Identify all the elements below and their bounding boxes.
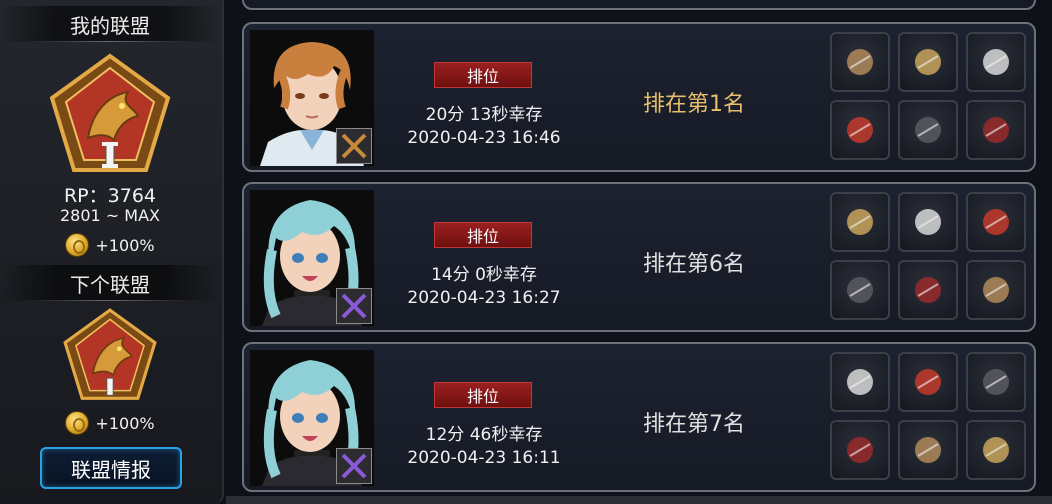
black-gauntlet-icon	[915, 117, 941, 143]
helmet-icon	[915, 369, 941, 395]
coin-icon	[65, 411, 90, 435]
rp-range: 2801 ~ MAX	[59, 206, 160, 225]
arrowhead-icon	[983, 369, 1009, 395]
equipment-slot[interactable]	[898, 100, 958, 160]
equipment-slot[interactable]	[830, 260, 890, 320]
equipment-slot[interactable]	[830, 192, 890, 252]
helmet-icon	[915, 49, 941, 75]
red-jacket-icon	[847, 117, 873, 143]
equipment-slot[interactable]	[830, 32, 890, 92]
league-panel: 我的联盟 RP：3764 2801 ~ MAX +100% 下个联盟 +100%…	[0, 0, 224, 504]
survival-time: 20分 13秒幸存	[425, 105, 543, 125]
character-portrait	[250, 190, 374, 326]
racing-helmet-icon	[915, 209, 941, 235]
equipment-slot[interactable]	[898, 260, 958, 320]
equipment-slot[interactable]	[898, 192, 958, 252]
my-league-title: 我的联盟	[0, 6, 220, 42]
league-info-button[interactable]: 联盟情报	[40, 447, 182, 489]
armor-icon	[847, 437, 873, 463]
survival-time: 14分 0秒幸存	[431, 265, 537, 285]
league-emblem-icon	[49, 53, 171, 172]
fire-orb-icon	[983, 277, 1009, 303]
match-date: 2020-04-23 16:46	[407, 128, 561, 148]
equipment-slot[interactable]	[966, 260, 1026, 320]
boomerang-icon	[847, 369, 873, 395]
equipment-slot[interactable]	[966, 352, 1026, 412]
red-shoes-icon	[983, 117, 1009, 143]
bonus-value: +100%	[95, 235, 155, 255]
weapon-type-icon	[336, 288, 372, 324]
placement-text: 排在第7名	[643, 412, 745, 437]
treasure-box-icon	[983, 437, 1009, 463]
equipment-slot[interactable]	[898, 420, 958, 480]
record-card[interactable]: 排位 20分 13秒幸存 2020-04-23 16:46 排在第1名	[242, 22, 1036, 172]
next-bonus-value: +100%	[95, 413, 155, 433]
placement-text: 排在第6名	[643, 252, 745, 277]
match-type-tag: 排位	[434, 222, 532, 248]
disc-icon	[847, 209, 873, 235]
wing-blade-icon	[983, 49, 1009, 75]
record-card[interactable]: 排位 12分 46秒幸存 2020-04-23 16:11 排在第7名	[242, 342, 1036, 492]
rp-value: RP：3764	[63, 185, 156, 207]
mech-boots-icon	[915, 277, 941, 303]
coin-icon	[65, 233, 90, 257]
match-date: 2020-04-23 16:11	[407, 448, 561, 468]
next-league-emblem-icon	[63, 308, 157, 400]
equipment-slot[interactable]	[830, 352, 890, 412]
equipment-grid	[830, 32, 1026, 164]
boots-icon	[915, 437, 941, 463]
equipment-slot[interactable]	[830, 100, 890, 160]
crossbow-icon	[847, 49, 873, 75]
equipment-slot[interactable]	[898, 32, 958, 92]
chakram-icon	[983, 209, 1009, 235]
dark-glove-icon	[847, 277, 873, 303]
weapon-type-icon	[336, 128, 372, 164]
bottom-strip	[226, 496, 1052, 504]
match-type-tag: 排位	[434, 382, 532, 408]
equipment-slot[interactable]	[830, 420, 890, 480]
match-date: 2020-04-23 16:27	[407, 288, 561, 308]
league-bonus: +100%	[0, 233, 220, 257]
equipment-slot[interactable]	[966, 32, 1026, 92]
next-league-title: 下个联盟	[0, 265, 220, 301]
equipment-grid	[830, 352, 1026, 484]
equipment-grid	[830, 192, 1026, 324]
record-card[interactable]: 排位 14分 0秒幸存 2020-04-23 16:27 排在第6名	[242, 182, 1036, 332]
next-league-bonus: +100%	[0, 411, 220, 435]
survival-time: 12分 46秒幸存	[425, 425, 543, 445]
equipment-slot[interactable]	[966, 192, 1026, 252]
equipment-slot[interactable]	[966, 420, 1026, 480]
weapon-type-icon	[336, 448, 372, 484]
character-portrait	[250, 350, 374, 486]
character-portrait	[250, 30, 374, 166]
placement-text: 排在第1名	[643, 92, 745, 117]
record-card-partial	[242, 0, 1036, 10]
equipment-slot[interactable]	[898, 352, 958, 412]
match-type-tag: 排位	[434, 62, 532, 88]
equipment-slot[interactable]	[966, 100, 1026, 160]
